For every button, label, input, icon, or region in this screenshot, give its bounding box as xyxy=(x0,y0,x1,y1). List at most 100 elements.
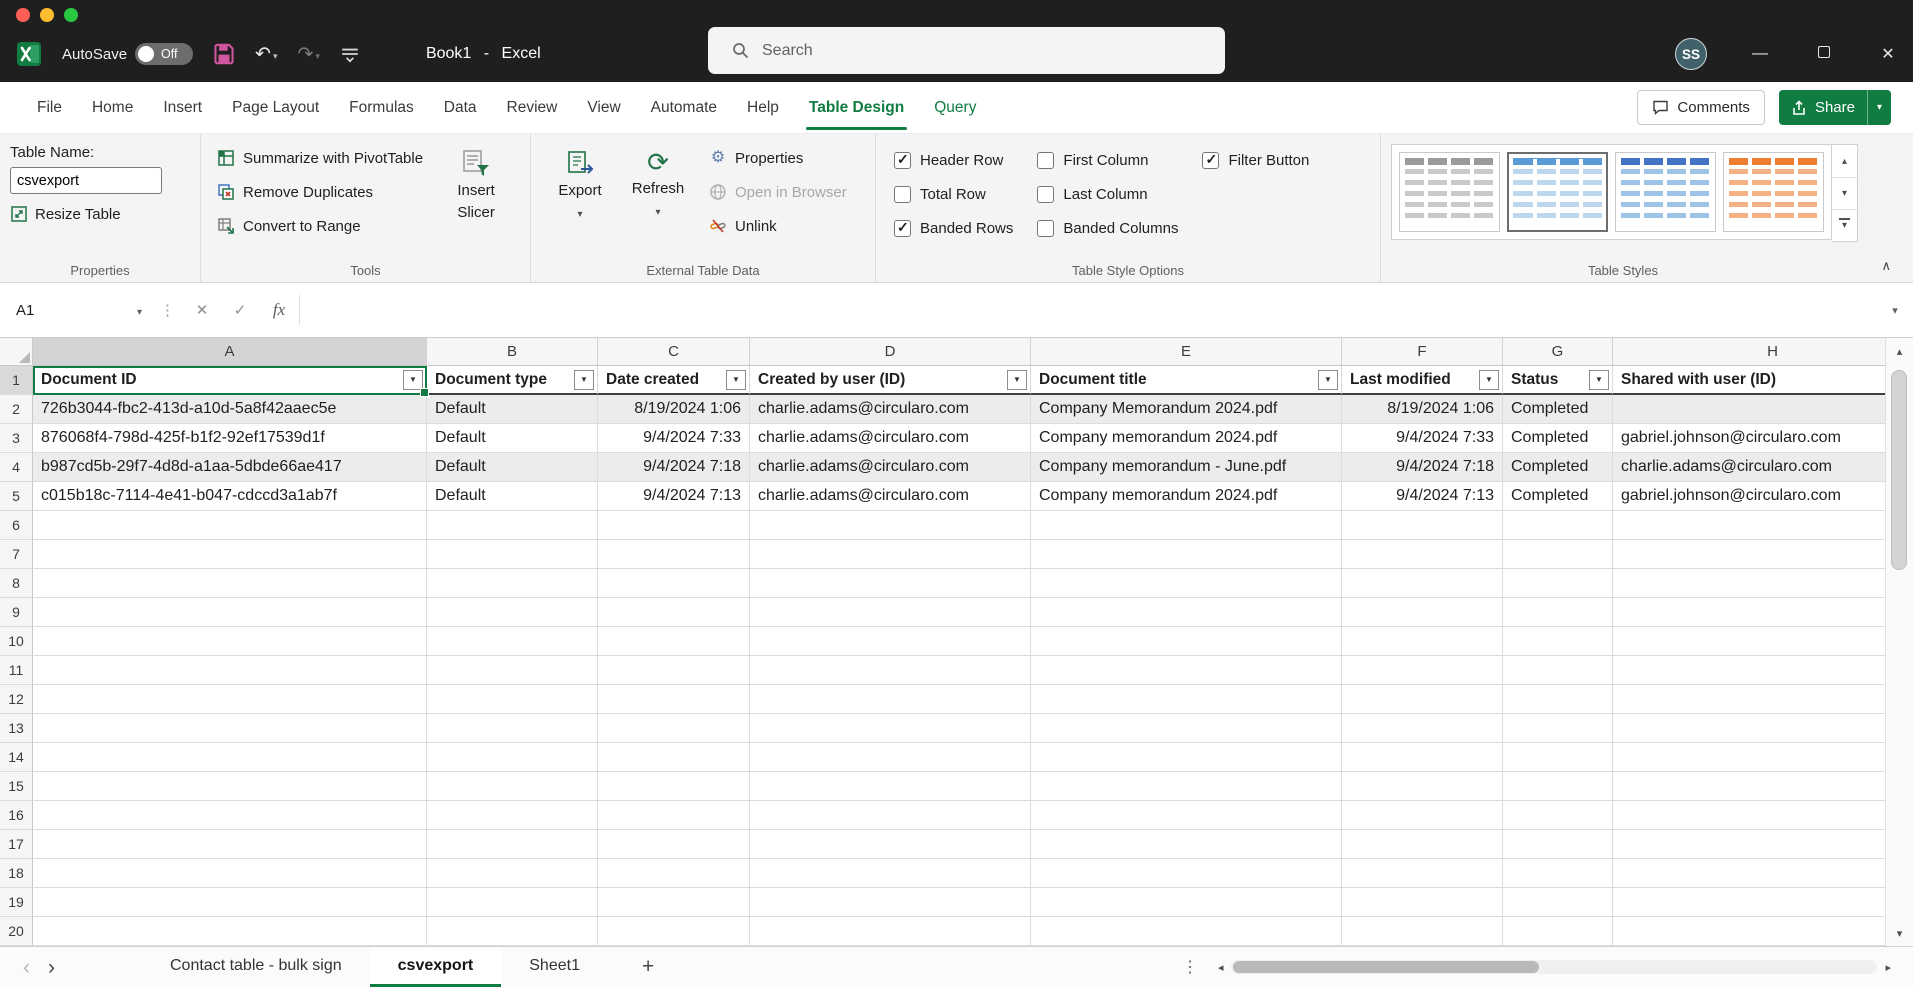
filter-button-document-title[interactable] xyxy=(1318,370,1338,390)
row-number-19[interactable]: 19 xyxy=(0,888,33,917)
cell-E16[interactable] xyxy=(1031,801,1342,830)
export-button[interactable]: Export xyxy=(541,142,619,258)
sheet-options-icon[interactable] xyxy=(1170,957,1210,977)
minimize-button[interactable]: — xyxy=(1749,45,1771,63)
menu-tab-help[interactable]: Help xyxy=(732,82,794,133)
refresh-button[interactable]: ⟳ Refresh xyxy=(619,142,697,258)
row-number-3[interactable]: 3 xyxy=(0,424,33,453)
menu-tab-data[interactable]: Data xyxy=(429,82,492,133)
table-properties-button[interactable]: ⚙ Properties xyxy=(703,142,853,174)
scroll-up-icon[interactable] xyxy=(1886,338,1913,364)
cell-F17[interactable] xyxy=(1342,830,1503,859)
cell-B13[interactable] xyxy=(427,714,598,743)
cell-C19[interactable] xyxy=(598,888,750,917)
cell-D12[interactable] xyxy=(750,685,1031,714)
cell-A1[interactable]: Document ID xyxy=(33,366,427,395)
cell-H17[interactable] xyxy=(1613,830,1885,859)
previous-sheet-icon[interactable] xyxy=(14,957,39,978)
row-number-20[interactable]: 20 xyxy=(0,917,33,946)
cell-C15[interactable] xyxy=(598,772,750,801)
cell-A16[interactable] xyxy=(33,801,427,830)
cell-B9[interactable] xyxy=(427,598,598,627)
cell-F12[interactable] xyxy=(1342,685,1503,714)
cell-A18[interactable] xyxy=(33,859,427,888)
cell-D14[interactable] xyxy=(750,743,1031,772)
resize-table-button[interactable]: Resize Table xyxy=(10,205,190,223)
cell-G19[interactable] xyxy=(1503,888,1613,917)
cell-B19[interactable] xyxy=(427,888,598,917)
checkbox-total-row[interactable]: Total Row xyxy=(886,178,1021,211)
cell-G15[interactable] xyxy=(1503,772,1613,801)
share-button[interactable]: Share xyxy=(1779,90,1891,125)
column-header-E[interactable]: E xyxy=(1031,338,1342,366)
cell-F10[interactable] xyxy=(1342,627,1503,656)
cell-H10[interactable] xyxy=(1613,627,1885,656)
cell-B3[interactable]: Default xyxy=(427,424,598,453)
cell-F5[interactable]: 9/4/2024 7:13 xyxy=(1342,482,1503,511)
menu-tab-view[interactable]: View xyxy=(572,82,635,133)
menu-tab-file[interactable]: File xyxy=(22,82,77,133)
cell-H20[interactable] xyxy=(1613,917,1885,946)
menu-tab-insert[interactable]: Insert xyxy=(148,82,217,133)
column-header-C[interactable]: C xyxy=(598,338,750,366)
cell-F11[interactable] xyxy=(1342,656,1503,685)
select-all-corner[interactable] xyxy=(0,338,33,366)
cell-C12[interactable] xyxy=(598,685,750,714)
undo-button[interactable]: ↶ xyxy=(255,45,277,64)
scroll-left-icon[interactable] xyxy=(1210,961,1232,974)
cell-E12[interactable] xyxy=(1031,685,1342,714)
row-number-6[interactable]: 6 xyxy=(0,511,33,540)
cell-F4[interactable]: 9/4/2024 7:18 xyxy=(1342,453,1503,482)
cell-G6[interactable] xyxy=(1503,511,1613,540)
cell-G11[interactable] xyxy=(1503,656,1613,685)
cell-A17[interactable] xyxy=(33,830,427,859)
cell-H12[interactable] xyxy=(1613,685,1885,714)
cell-D19[interactable] xyxy=(750,888,1031,917)
cell-A15[interactable] xyxy=(33,772,427,801)
cell-E8[interactable] xyxy=(1031,569,1342,598)
cell-F20[interactable] xyxy=(1342,917,1503,946)
column-header-D[interactable]: D xyxy=(750,338,1031,366)
cell-F14[interactable] xyxy=(1342,743,1503,772)
cell-B11[interactable] xyxy=(427,656,598,685)
filter-button-document-type[interactable] xyxy=(574,370,594,390)
cell-G3[interactable]: Completed xyxy=(1503,424,1613,453)
menu-tab-table-design[interactable]: Table Design xyxy=(794,82,919,133)
cell-H16[interactable] xyxy=(1613,801,1885,830)
cell-F16[interactable] xyxy=(1342,801,1503,830)
cell-H11[interactable] xyxy=(1613,656,1885,685)
formula-input[interactable] xyxy=(300,283,1877,337)
cell-F1[interactable]: Last modified xyxy=(1342,366,1503,395)
cell-G10[interactable] xyxy=(1503,627,1613,656)
cell-E4[interactable]: Company memorandum - June.pdf xyxy=(1031,453,1342,482)
scroll-down-icon[interactable] xyxy=(1886,920,1913,946)
column-header-B[interactable]: B xyxy=(427,338,598,366)
cell-E17[interactable] xyxy=(1031,830,1342,859)
cell-B20[interactable] xyxy=(427,917,598,946)
cell-H4[interactable]: charlie.adams@circularo.com xyxy=(1613,453,1885,482)
cell-B15[interactable] xyxy=(427,772,598,801)
vertical-scroll-track[interactable] xyxy=(1886,364,1913,920)
cell-C6[interactable] xyxy=(598,511,750,540)
cell-A3[interactable]: 876068f4-798d-425f-b1f2-92ef17539d1f xyxy=(33,424,427,453)
cell-F3[interactable]: 9/4/2024 7:33 xyxy=(1342,424,1503,453)
cell-E1[interactable]: Document title xyxy=(1031,366,1342,395)
avatar[interactable]: SS xyxy=(1675,38,1707,70)
horizontal-scroll-thumb[interactable] xyxy=(1233,961,1539,973)
cell-A10[interactable] xyxy=(33,627,427,656)
cell-C1[interactable]: Date created xyxy=(598,366,750,395)
row-number-14[interactable]: 14 xyxy=(0,743,33,772)
close-button[interactable]: ✕ xyxy=(1877,44,1899,64)
cell-A8[interactable] xyxy=(33,569,427,598)
table-style-thumb-light-plain[interactable] xyxy=(1399,152,1500,232)
table-style-thumb-medium-blue[interactable] xyxy=(1615,152,1716,232)
minimize-traffic-light[interactable] xyxy=(40,8,54,22)
cell-F18[interactable] xyxy=(1342,859,1503,888)
cell-D2[interactable]: charlie.adams@circularo.com xyxy=(750,395,1031,424)
row-number-17[interactable]: 17 xyxy=(0,830,33,859)
cell-C16[interactable] xyxy=(598,801,750,830)
cell-E3[interactable]: Company memorandum 2024.pdf xyxy=(1031,424,1342,453)
cell-D16[interactable] xyxy=(750,801,1031,830)
cell-E6[interactable] xyxy=(1031,511,1342,540)
cell-G8[interactable] xyxy=(1503,569,1613,598)
